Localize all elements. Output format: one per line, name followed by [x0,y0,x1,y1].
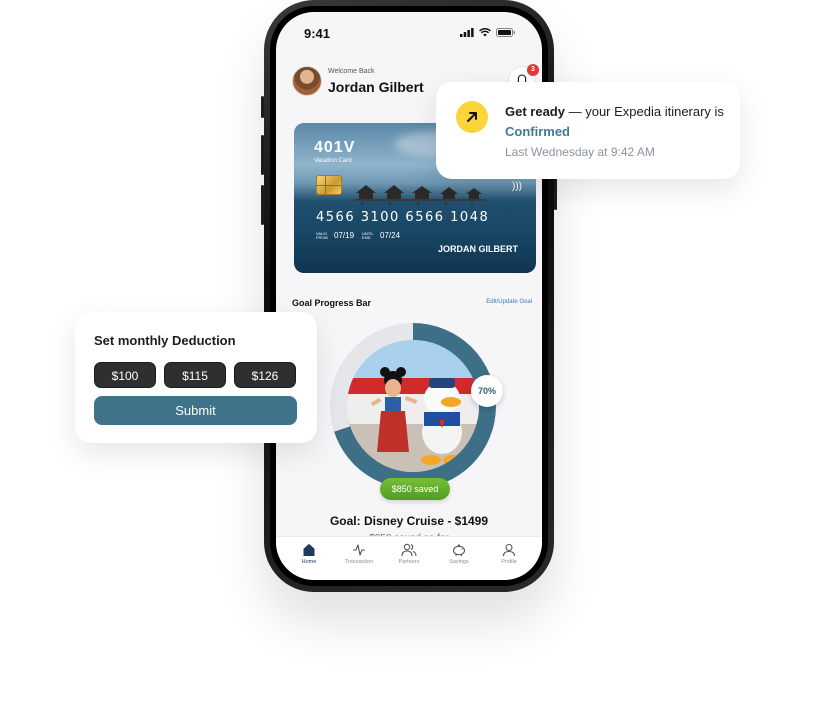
notification-status: Confirmed [505,124,570,139]
tab-home[interactable]: Home [285,543,333,580]
deduction-title: Set monthly Deduction [94,333,236,348]
bottom-tab-bar: Home Transaction Partners Savings Profil… [276,536,542,580]
user-icon [502,543,516,557]
card-holder-name: JORDAN GILBERT [437,244,518,254]
battery-icon [496,28,515,37]
edit-goal-link[interactable]: Edit/Update Goal [486,299,532,305]
tab-label: Transaction [344,559,374,565]
monthly-deduction-card: Set monthly Deduction $100 $115 $126 Sub… [75,312,317,443]
tab-profile[interactable]: Profile [485,543,533,580]
status-time: 9:41 [304,26,331,41]
card-number: 4566 3100 6566 1048 [316,210,490,225]
notification-time: Last Wednesday at 9:42 AM [505,145,655,159]
submit-button[interactable]: Submit [94,396,297,425]
card-chip [316,175,342,195]
volume-up-button [261,135,264,175]
overwater-bungalows-image [354,185,486,205]
status-icons [460,28,516,37]
notification-title: Get ready [505,104,565,119]
avatar[interactable] [292,66,322,96]
welcome-text: Welcome Back [328,68,375,75]
goal-percent-badge: 70% [471,375,503,407]
card-subtitle: Vacation Card [314,158,352,164]
user-name: Jordan Gilbert [328,79,424,95]
tab-label: Partners [398,559,420,565]
tab-label: Profile [501,559,517,565]
amount-option-126[interactable]: $126 [234,362,296,388]
mute-switch [261,96,264,118]
valid-from-label: VALID FROM [316,230,328,240]
amount-option-115[interactable]: $115 [164,362,226,388]
valid-end-date: 07/24 [380,231,401,240]
notification-message: Get ready — your Expedia itinerary is Co… [505,102,730,142]
goal-section-title: Goal Progress Bar [292,298,372,308]
itinerary-notification[interactable]: Get ready — your Expedia itinerary is Co… [436,82,740,179]
status-bar: 9:41 [276,26,542,46]
amount-option-100[interactable]: $100 [94,362,156,388]
tab-label: Home [301,559,317,565]
goal-progress-ring [330,323,496,489]
activity-icon [353,544,365,556]
valid-end-label: UNTIL END [362,230,374,240]
card-brand: 401V [314,139,356,156]
signal-icon [460,28,474,37]
notification-body: — your Expedia itinerary is [564,104,724,119]
tab-label: Savings [449,559,469,565]
cruise-photo-illustration [347,340,479,472]
tab-transaction[interactable]: Transaction [335,543,383,580]
saved-amount-pill: $850 saved [380,478,450,500]
wifi-icon [479,28,491,37]
notification-count-badge: 3 [527,64,539,76]
tab-partners[interactable]: Partners [385,543,433,580]
volume-down-button [261,185,264,225]
arrow-up-right-icon-badge [456,101,488,133]
users-icon [401,543,417,557]
disney-cruise-photo [347,340,479,472]
home-icon [303,544,315,556]
card-validity: VALID FROM 07/19 UNTIL END 07/24 [316,231,400,240]
goal-name: Goal: Disney Cruise - $1499 [329,514,489,528]
valid-from-date: 07/19 [334,231,355,240]
arrow-up-right-icon [467,112,477,122]
contactless-icon: ))) [512,181,522,192]
piggy-bank-icon [452,543,466,556]
tab-savings[interactable]: Savings [435,543,483,580]
